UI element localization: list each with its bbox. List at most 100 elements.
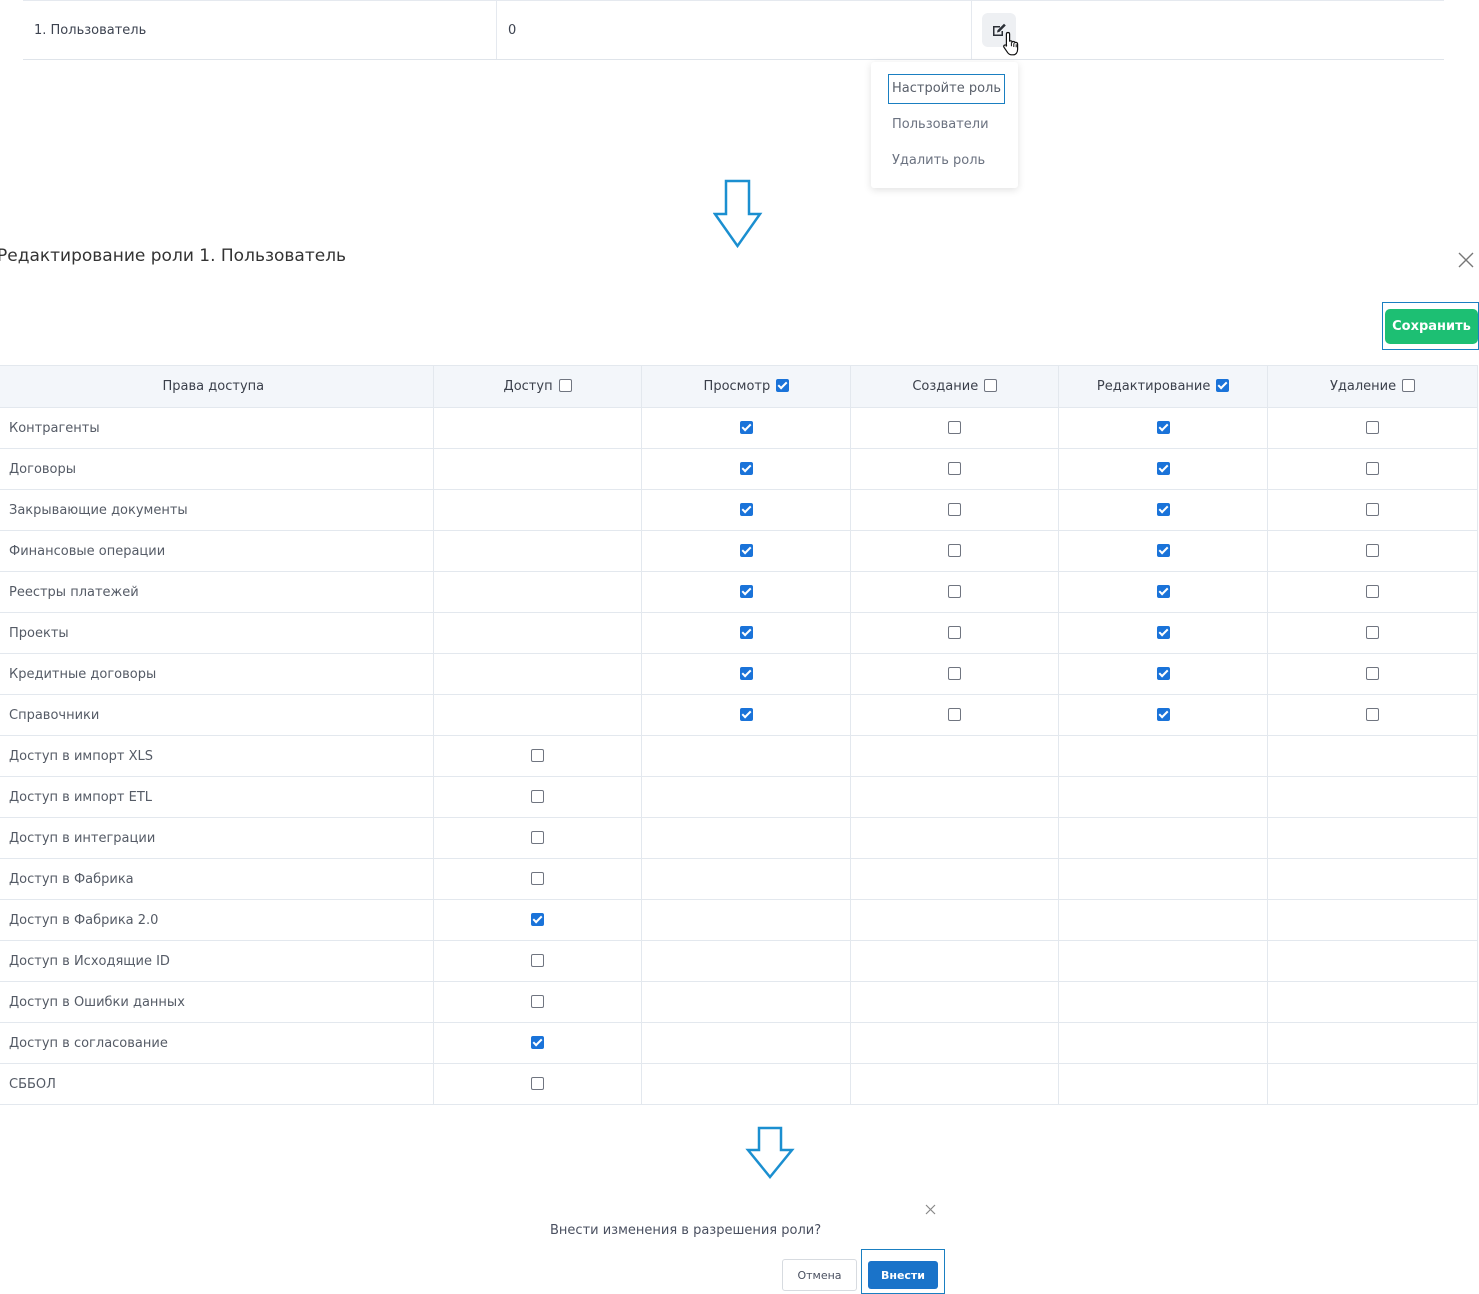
table-row: Доступ в импорт ETL <box>0 776 1478 818</box>
permission-checkbox[interactable] <box>1366 543 1380 557</box>
permission-checkbox[interactable] <box>1156 461 1170 475</box>
column-select-all-checkbox[interactable] <box>984 379 998 392</box>
permission-checkbox[interactable] <box>1156 502 1170 516</box>
permission-checkbox[interactable] <box>1156 707 1170 721</box>
permission-cell <box>850 653 1060 695</box>
permission-name: Справочники <box>0 694 434 736</box>
permission-name: Доступ в импорт ETL <box>0 776 434 818</box>
empty-cell <box>641 817 852 859</box>
permission-checkbox[interactable] <box>1156 584 1170 598</box>
permission-checkbox[interactable] <box>739 707 753 721</box>
table-row: Договоры <box>0 448 1478 490</box>
empty-cell <box>641 899 852 941</box>
table-row: Доступ в интеграции <box>0 817 1478 859</box>
permission-cell <box>850 612 1060 654</box>
permission-checkbox[interactable] <box>948 666 962 680</box>
permission-cell <box>641 407 852 449</box>
apply-button[interactable]: Внести <box>868 1261 938 1289</box>
permission-checkbox[interactable] <box>1366 625 1380 639</box>
permission-checkbox[interactable] <box>531 994 545 1008</box>
permission-cell <box>850 530 1060 572</box>
permission-checkbox[interactable] <box>1366 584 1380 598</box>
column-select-all-checkbox[interactable] <box>1402 379 1416 392</box>
empty-cell <box>432 489 643 531</box>
menu-item-delete-role[interactable]: Удалить роль <box>889 147 988 175</box>
permission-checkbox[interactable] <box>1366 666 1380 680</box>
permission-checkbox[interactable] <box>531 789 545 803</box>
cancel-button[interactable]: Отмена <box>782 1259 857 1291</box>
permission-checkbox[interactable] <box>531 953 545 967</box>
permission-checkbox[interactable] <box>1156 625 1170 639</box>
column-select-all-checkbox[interactable] <box>558 379 572 392</box>
permission-checkbox[interactable] <box>531 912 545 926</box>
permission-checkbox[interactable] <box>948 461 962 475</box>
permission-checkbox[interactable] <box>531 748 545 762</box>
down-arrow-icon <box>745 1126 795 1179</box>
permission-name: СББОЛ <box>0 1063 434 1105</box>
permission-checkbox[interactable] <box>531 830 545 844</box>
empty-cell <box>1058 1063 1269 1105</box>
empty-cell <box>1058 817 1269 859</box>
role-actions-cell <box>972 1 1444 59</box>
close-icon[interactable] <box>1458 252 1474 268</box>
column-select-all-checkbox[interactable] <box>776 379 790 392</box>
permission-checkbox[interactable] <box>531 1035 545 1049</box>
permission-checkbox[interactable] <box>531 871 545 885</box>
empty-cell <box>1267 940 1478 982</box>
permission-cell <box>1267 530 1478 572</box>
permission-checkbox[interactable] <box>948 502 962 516</box>
permission-checkbox[interactable] <box>948 543 962 557</box>
empty-cell <box>1058 940 1269 982</box>
permission-checkbox[interactable] <box>1156 666 1170 680</box>
empty-cell <box>850 776 1060 818</box>
permission-checkbox[interactable] <box>1366 420 1380 434</box>
role-actions-menu: Настройте роль Пользователи Удалить роль <box>871 62 1018 188</box>
permission-checkbox[interactable] <box>531 1076 545 1090</box>
menu-item-configure-role[interactable]: Настройте роль <box>888 74 1005 104</box>
permission-checkbox[interactable] <box>948 707 962 721</box>
permission-checkbox[interactable] <box>1366 502 1380 516</box>
close-icon[interactable] <box>925 1204 936 1215</box>
permission-cell <box>641 694 852 736</box>
permission-cell <box>1267 489 1478 531</box>
down-arrow-icon <box>713 179 763 249</box>
column-header: Создание <box>850 365 1060 408</box>
edit-role-button[interactable] <box>982 13 1019 56</box>
permission-cell <box>1058 571 1269 613</box>
permission-cell <box>641 448 852 490</box>
empty-cell <box>1267 981 1478 1023</box>
permission-checkbox[interactable] <box>1366 707 1380 721</box>
permission-checkbox[interactable] <box>739 420 753 434</box>
permission-checkbox[interactable] <box>948 625 962 639</box>
permission-cell <box>432 1022 643 1064</box>
permission-checkbox[interactable] <box>739 625 753 639</box>
empty-cell <box>1267 899 1478 941</box>
column-select-all-checkbox[interactable] <box>1216 379 1230 392</box>
menu-item-users[interactable]: Пользователи <box>889 111 992 139</box>
permission-name: Доступ в Ошибки данных <box>0 981 434 1023</box>
permission-checkbox[interactable] <box>1156 543 1170 557</box>
permission-cell <box>850 489 1060 531</box>
table-row: Контрагенты <box>0 407 1478 449</box>
table-row: Реестры платежей <box>0 571 1478 613</box>
empty-cell <box>432 571 643 613</box>
permission-checkbox[interactable] <box>1366 461 1380 475</box>
permission-checkbox[interactable] <box>739 461 753 475</box>
table-row: Доступ в Фабрика <box>0 858 1478 900</box>
permission-cell <box>1058 530 1269 572</box>
permission-checkbox[interactable] <box>739 543 753 557</box>
permission-checkbox[interactable] <box>1156 420 1170 434</box>
permission-checkbox[interactable] <box>739 584 753 598</box>
permission-name: Реестры платежей <box>0 571 434 613</box>
permission-checkbox[interactable] <box>739 502 753 516</box>
empty-cell <box>432 407 643 449</box>
column-header-label: Создание <box>912 379 979 394</box>
empty-cell <box>1058 899 1269 941</box>
permission-checkbox[interactable] <box>948 420 962 434</box>
permission-checkbox[interactable] <box>948 584 962 598</box>
role-user-count: 0 <box>497 1 972 59</box>
permission-checkbox[interactable] <box>739 666 753 680</box>
permission-cell <box>850 694 1060 736</box>
table-row: Закрывающие документы <box>0 489 1478 531</box>
save-button[interactable]: Сохранить <box>1385 309 1478 344</box>
